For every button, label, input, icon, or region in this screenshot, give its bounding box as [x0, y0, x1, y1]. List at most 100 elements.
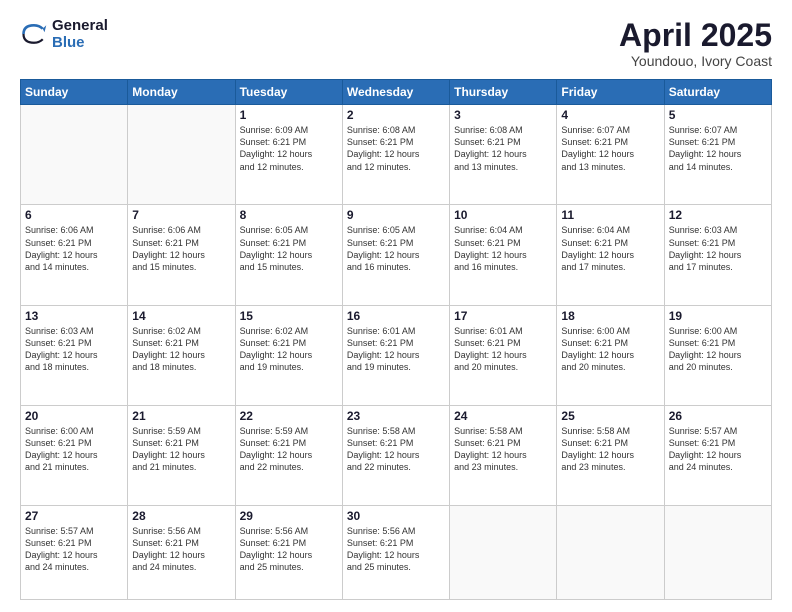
day-number: 27	[25, 509, 123, 523]
page: General Blue April 2025 Youndouo, Ivory …	[0, 0, 792, 612]
day-number: 30	[347, 509, 445, 523]
day-info: Sunrise: 6:02 AM Sunset: 6:21 PM Dayligh…	[240, 325, 338, 374]
day-info: Sunrise: 6:04 AM Sunset: 6:21 PM Dayligh…	[454, 224, 552, 273]
day-info: Sunrise: 6:08 AM Sunset: 6:21 PM Dayligh…	[454, 124, 552, 173]
day-number: 3	[454, 108, 552, 122]
calendar-cell: 1 Sunrise: 6:09 AM Sunset: 6:21 PM Daylig…	[235, 105, 342, 205]
day-number: 14	[132, 309, 230, 323]
calendar-cell: 9 Sunrise: 6:05 AM Sunset: 6:21 PM Daylig…	[342, 205, 449, 305]
calendar-cell: 12 Sunrise: 6:03 AM Sunset: 6:21 PM Dayli…	[664, 205, 771, 305]
day-number: 21	[132, 409, 230, 423]
calendar-cell: 26 Sunrise: 5:57 AM Sunset: 6:21 PM Dayli…	[664, 405, 771, 505]
calendar-cell: 5 Sunrise: 6:07 AM Sunset: 6:21 PM Daylig…	[664, 105, 771, 205]
day-info: Sunrise: 6:07 AM Sunset: 6:21 PM Dayligh…	[561, 124, 659, 173]
calendar-week-row: 6 Sunrise: 6:06 AM Sunset: 6:21 PM Daylig…	[21, 205, 772, 305]
day-info: Sunrise: 6:03 AM Sunset: 6:21 PM Dayligh…	[669, 224, 767, 273]
calendar-cell: 23 Sunrise: 5:58 AM Sunset: 6:21 PM Dayli…	[342, 405, 449, 505]
calendar-cell	[128, 105, 235, 205]
day-number: 15	[240, 309, 338, 323]
main-title: April 2025	[619, 18, 772, 53]
calendar-weekday-header: Monday	[128, 80, 235, 105]
calendar-weekday-header: Thursday	[450, 80, 557, 105]
calendar-cell: 29 Sunrise: 5:56 AM Sunset: 6:21 PM Dayli…	[235, 506, 342, 600]
calendar-cell: 3 Sunrise: 6:08 AM Sunset: 6:21 PM Daylig…	[450, 105, 557, 205]
logo-icon	[20, 20, 48, 48]
day-info: Sunrise: 5:56 AM Sunset: 6:21 PM Dayligh…	[132, 525, 230, 574]
title-block: April 2025 Youndouo, Ivory Coast	[619, 18, 772, 69]
calendar-cell: 15 Sunrise: 6:02 AM Sunset: 6:21 PM Dayli…	[235, 305, 342, 405]
calendar-weekday-header: Tuesday	[235, 80, 342, 105]
logo: General Blue	[20, 18, 108, 51]
logo-text: General Blue	[52, 18, 108, 51]
day-number: 28	[132, 509, 230, 523]
day-info: Sunrise: 6:09 AM Sunset: 6:21 PM Dayligh…	[240, 124, 338, 173]
calendar-weekday-header: Sunday	[21, 80, 128, 105]
day-info: Sunrise: 5:59 AM Sunset: 6:21 PM Dayligh…	[132, 425, 230, 474]
day-info: Sunrise: 6:01 AM Sunset: 6:21 PM Dayligh…	[454, 325, 552, 374]
calendar-week-row: 20Sunrise: 6:00 AM Sunset: 6:21 PM Dayli…	[21, 405, 772, 505]
calendar-weekday-header: Wednesday	[342, 80, 449, 105]
day-info: Sunrise: 5:57 AM Sunset: 6:21 PM Dayligh…	[25, 525, 123, 574]
day-number: 10	[454, 208, 552, 222]
subtitle: Youndouo, Ivory Coast	[619, 53, 772, 69]
calendar-cell: 28 Sunrise: 5:56 AM Sunset: 6:21 PM Dayli…	[128, 506, 235, 600]
calendar-cell	[664, 506, 771, 600]
day-number: 22	[240, 409, 338, 423]
day-info: Sunrise: 6:03 AM Sunset: 6:21 PM Dayligh…	[25, 325, 123, 374]
day-info: Sunrise: 6:00 AM Sunset: 6:21 PM Dayligh…	[561, 325, 659, 374]
day-info: Sunrise: 6:05 AM Sunset: 6:21 PM Dayligh…	[240, 224, 338, 273]
calendar-table: SundayMondayTuesdayWednesdayThursdayFrid…	[20, 79, 772, 600]
day-number: 23	[347, 409, 445, 423]
calendar-cell: 7 Sunrise: 6:06 AM Sunset: 6:21 PM Daylig…	[128, 205, 235, 305]
day-number: 1	[240, 108, 338, 122]
calendar-cell	[450, 506, 557, 600]
day-number: 16	[347, 309, 445, 323]
calendar-weekday-header: Saturday	[664, 80, 771, 105]
calendar-cell: 2 Sunrise: 6:08 AM Sunset: 6:21 PM Daylig…	[342, 105, 449, 205]
day-number: 25	[561, 409, 659, 423]
calendar-cell: 27 Sunrise: 5:57 AM Sunset: 6:21 PM Dayli…	[21, 506, 128, 600]
calendar-weekday-header: Friday	[557, 80, 664, 105]
calendar-cell: 20Sunrise: 6:00 AM Sunset: 6:21 PM Dayli…	[21, 405, 128, 505]
calendar-cell: 11Sunrise: 6:04 AM Sunset: 6:21 PM Dayli…	[557, 205, 664, 305]
day-number: 2	[347, 108, 445, 122]
calendar-cell: 4Sunrise: 6:07 AM Sunset: 6:21 PM Daylig…	[557, 105, 664, 205]
day-number: 18	[561, 309, 659, 323]
day-info: Sunrise: 5:56 AM Sunset: 6:21 PM Dayligh…	[240, 525, 338, 574]
day-info: Sunrise: 5:59 AM Sunset: 6:21 PM Dayligh…	[240, 425, 338, 474]
calendar-cell: 30 Sunrise: 5:56 AM Sunset: 6:21 PM Dayli…	[342, 506, 449, 600]
calendar-cell: 24Sunrise: 5:58 AM Sunset: 6:21 PM Dayli…	[450, 405, 557, 505]
day-info: Sunrise: 5:58 AM Sunset: 6:21 PM Dayligh…	[347, 425, 445, 474]
calendar-cell: 13Sunrise: 6:03 AM Sunset: 6:21 PM Dayli…	[21, 305, 128, 405]
calendar-week-row: 13Sunrise: 6:03 AM Sunset: 6:21 PM Dayli…	[21, 305, 772, 405]
day-number: 5	[669, 108, 767, 122]
day-info: Sunrise: 6:06 AM Sunset: 6:21 PM Dayligh…	[25, 224, 123, 273]
calendar-cell: 14 Sunrise: 6:02 AM Sunset: 6:21 PM Dayli…	[128, 305, 235, 405]
logo-general-text: General	[52, 18, 108, 35]
calendar-cell: 25Sunrise: 5:58 AM Sunset: 6:21 PM Dayli…	[557, 405, 664, 505]
day-info: Sunrise: 6:04 AM Sunset: 6:21 PM Dayligh…	[561, 224, 659, 273]
day-number: 26	[669, 409, 767, 423]
day-info: Sunrise: 6:05 AM Sunset: 6:21 PM Dayligh…	[347, 224, 445, 273]
day-info: Sunrise: 6:02 AM Sunset: 6:21 PM Dayligh…	[132, 325, 230, 374]
day-number: 9	[347, 208, 445, 222]
day-info: Sunrise: 6:08 AM Sunset: 6:21 PM Dayligh…	[347, 124, 445, 173]
day-info: Sunrise: 6:07 AM Sunset: 6:21 PM Dayligh…	[669, 124, 767, 173]
day-info: Sunrise: 5:57 AM Sunset: 6:21 PM Dayligh…	[669, 425, 767, 474]
day-info: Sunrise: 6:00 AM Sunset: 6:21 PM Dayligh…	[669, 325, 767, 374]
day-number: 7	[132, 208, 230, 222]
calendar-cell: 6 Sunrise: 6:06 AM Sunset: 6:21 PM Daylig…	[21, 205, 128, 305]
calendar-week-row: 27 Sunrise: 5:57 AM Sunset: 6:21 PM Dayli…	[21, 506, 772, 600]
calendar-cell	[21, 105, 128, 205]
calendar-cell: 17Sunrise: 6:01 AM Sunset: 6:21 PM Dayli…	[450, 305, 557, 405]
day-info: Sunrise: 6:06 AM Sunset: 6:21 PM Dayligh…	[132, 224, 230, 273]
calendar-cell: 10 Sunrise: 6:04 AM Sunset: 6:21 PM Dayli…	[450, 205, 557, 305]
day-number: 29	[240, 509, 338, 523]
calendar-cell: 19Sunrise: 6:00 AM Sunset: 6:21 PM Dayli…	[664, 305, 771, 405]
day-number: 6	[25, 208, 123, 222]
calendar-cell	[557, 506, 664, 600]
day-number: 12	[669, 208, 767, 222]
day-info: Sunrise: 5:56 AM Sunset: 6:21 PM Dayligh…	[347, 525, 445, 574]
calendar-week-row: 1 Sunrise: 6:09 AM Sunset: 6:21 PM Daylig…	[21, 105, 772, 205]
day-info: Sunrise: 5:58 AM Sunset: 6:21 PM Dayligh…	[454, 425, 552, 474]
